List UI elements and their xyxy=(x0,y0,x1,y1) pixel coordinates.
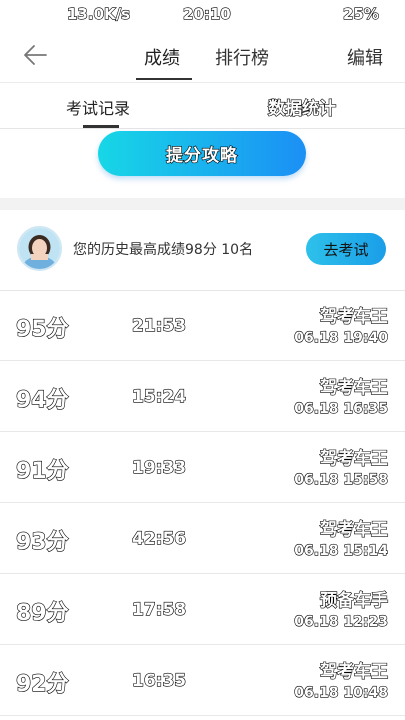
record-score: 92分 xyxy=(15,671,69,697)
record-row[interactable]: 92分 16:35 驾考车王 06.18 10:48 xyxy=(0,645,405,716)
record-date: 06.18 16:35 xyxy=(294,400,389,417)
record-score: 94分 xyxy=(15,387,69,413)
record-date: 06.18 15:58 xyxy=(294,471,389,488)
section-divider xyxy=(0,198,405,210)
record-duration: 16:35 xyxy=(131,670,187,691)
edit-button[interactable]: 编辑 xyxy=(347,44,383,70)
tab-scores[interactable]: 成绩 xyxy=(144,44,180,70)
record-score: 93分 xyxy=(15,529,69,555)
score-tips-label: 提分攻略 xyxy=(165,145,238,166)
record-duration: 19:33 xyxy=(131,457,187,478)
status-bar: 13.0K/s 20:10 25% xyxy=(0,0,405,30)
tab-exam-records[interactable]: 考试记录 xyxy=(66,95,130,119)
record-row[interactable]: 95分 21:53 驾考车王 06.18 19:40 xyxy=(0,290,405,361)
record-date: 06.18 10:48 xyxy=(294,684,389,701)
sub-tabs: 考试记录 数据统计 xyxy=(0,83,405,129)
back-arrow-icon[interactable] xyxy=(22,42,48,68)
tab-exam-records-indicator xyxy=(83,125,119,128)
record-duration: 42:56 xyxy=(131,528,187,549)
record-duration: 15:24 xyxy=(131,386,187,407)
tab-ranking[interactable]: 排行榜 xyxy=(215,44,269,70)
record-duration: 17:58 xyxy=(131,599,187,620)
exam-records-list: 95分 21:53 驾考车王 06.18 19:40 94分 15:24 驾考车… xyxy=(0,290,405,716)
record-title: 驾考车王 xyxy=(319,448,388,469)
record-row[interactable]: 89分 17:58 预备车手 06.18 12:23 xyxy=(0,574,405,645)
record-duration: 21:53 xyxy=(131,315,187,336)
record-date: 06.18 15:14 xyxy=(294,542,389,559)
best-score-text: 您的历史最高成绩98分 10名 xyxy=(73,242,254,258)
record-row[interactable]: 91分 19:33 驾考车王 06.18 15:58 xyxy=(0,432,405,503)
record-score: 91分 xyxy=(15,458,69,484)
top-nav: 成绩 排行榜 编辑 xyxy=(0,30,405,83)
battery-level: 25% xyxy=(342,4,379,23)
score-tips-button[interactable]: 提分攻略 xyxy=(98,131,306,176)
record-title: 驾考车王 xyxy=(319,661,388,682)
record-date: 06.18 19:40 xyxy=(294,329,389,346)
record-row[interactable]: 93分 42:56 驾考车王 06.18 15:14 xyxy=(0,503,405,574)
record-title: 预备车手 xyxy=(319,590,388,611)
avatar[interactable] xyxy=(17,226,62,271)
network-speed: 13.0K/s xyxy=(66,4,131,23)
tab-scores-indicator xyxy=(136,78,192,80)
record-row[interactable]: 94分 15:24 驾考车王 06.18 16:35 xyxy=(0,361,405,432)
record-date: 06.18 12:23 xyxy=(294,613,389,630)
record-title: 驾考车王 xyxy=(319,306,388,327)
record-score: 89分 xyxy=(15,600,69,626)
best-score-section: 您的历史最高成绩98分 10名 去考试 xyxy=(0,210,405,291)
record-title: 驾考车王 xyxy=(319,377,388,398)
clock: 20:10 xyxy=(182,4,231,23)
record-score: 95分 xyxy=(15,316,69,342)
tab-data-stats[interactable]: 数据统计 xyxy=(267,94,336,119)
take-exam-button[interactable]: 去考试 xyxy=(306,233,386,265)
record-title: 驾考车王 xyxy=(319,519,388,540)
